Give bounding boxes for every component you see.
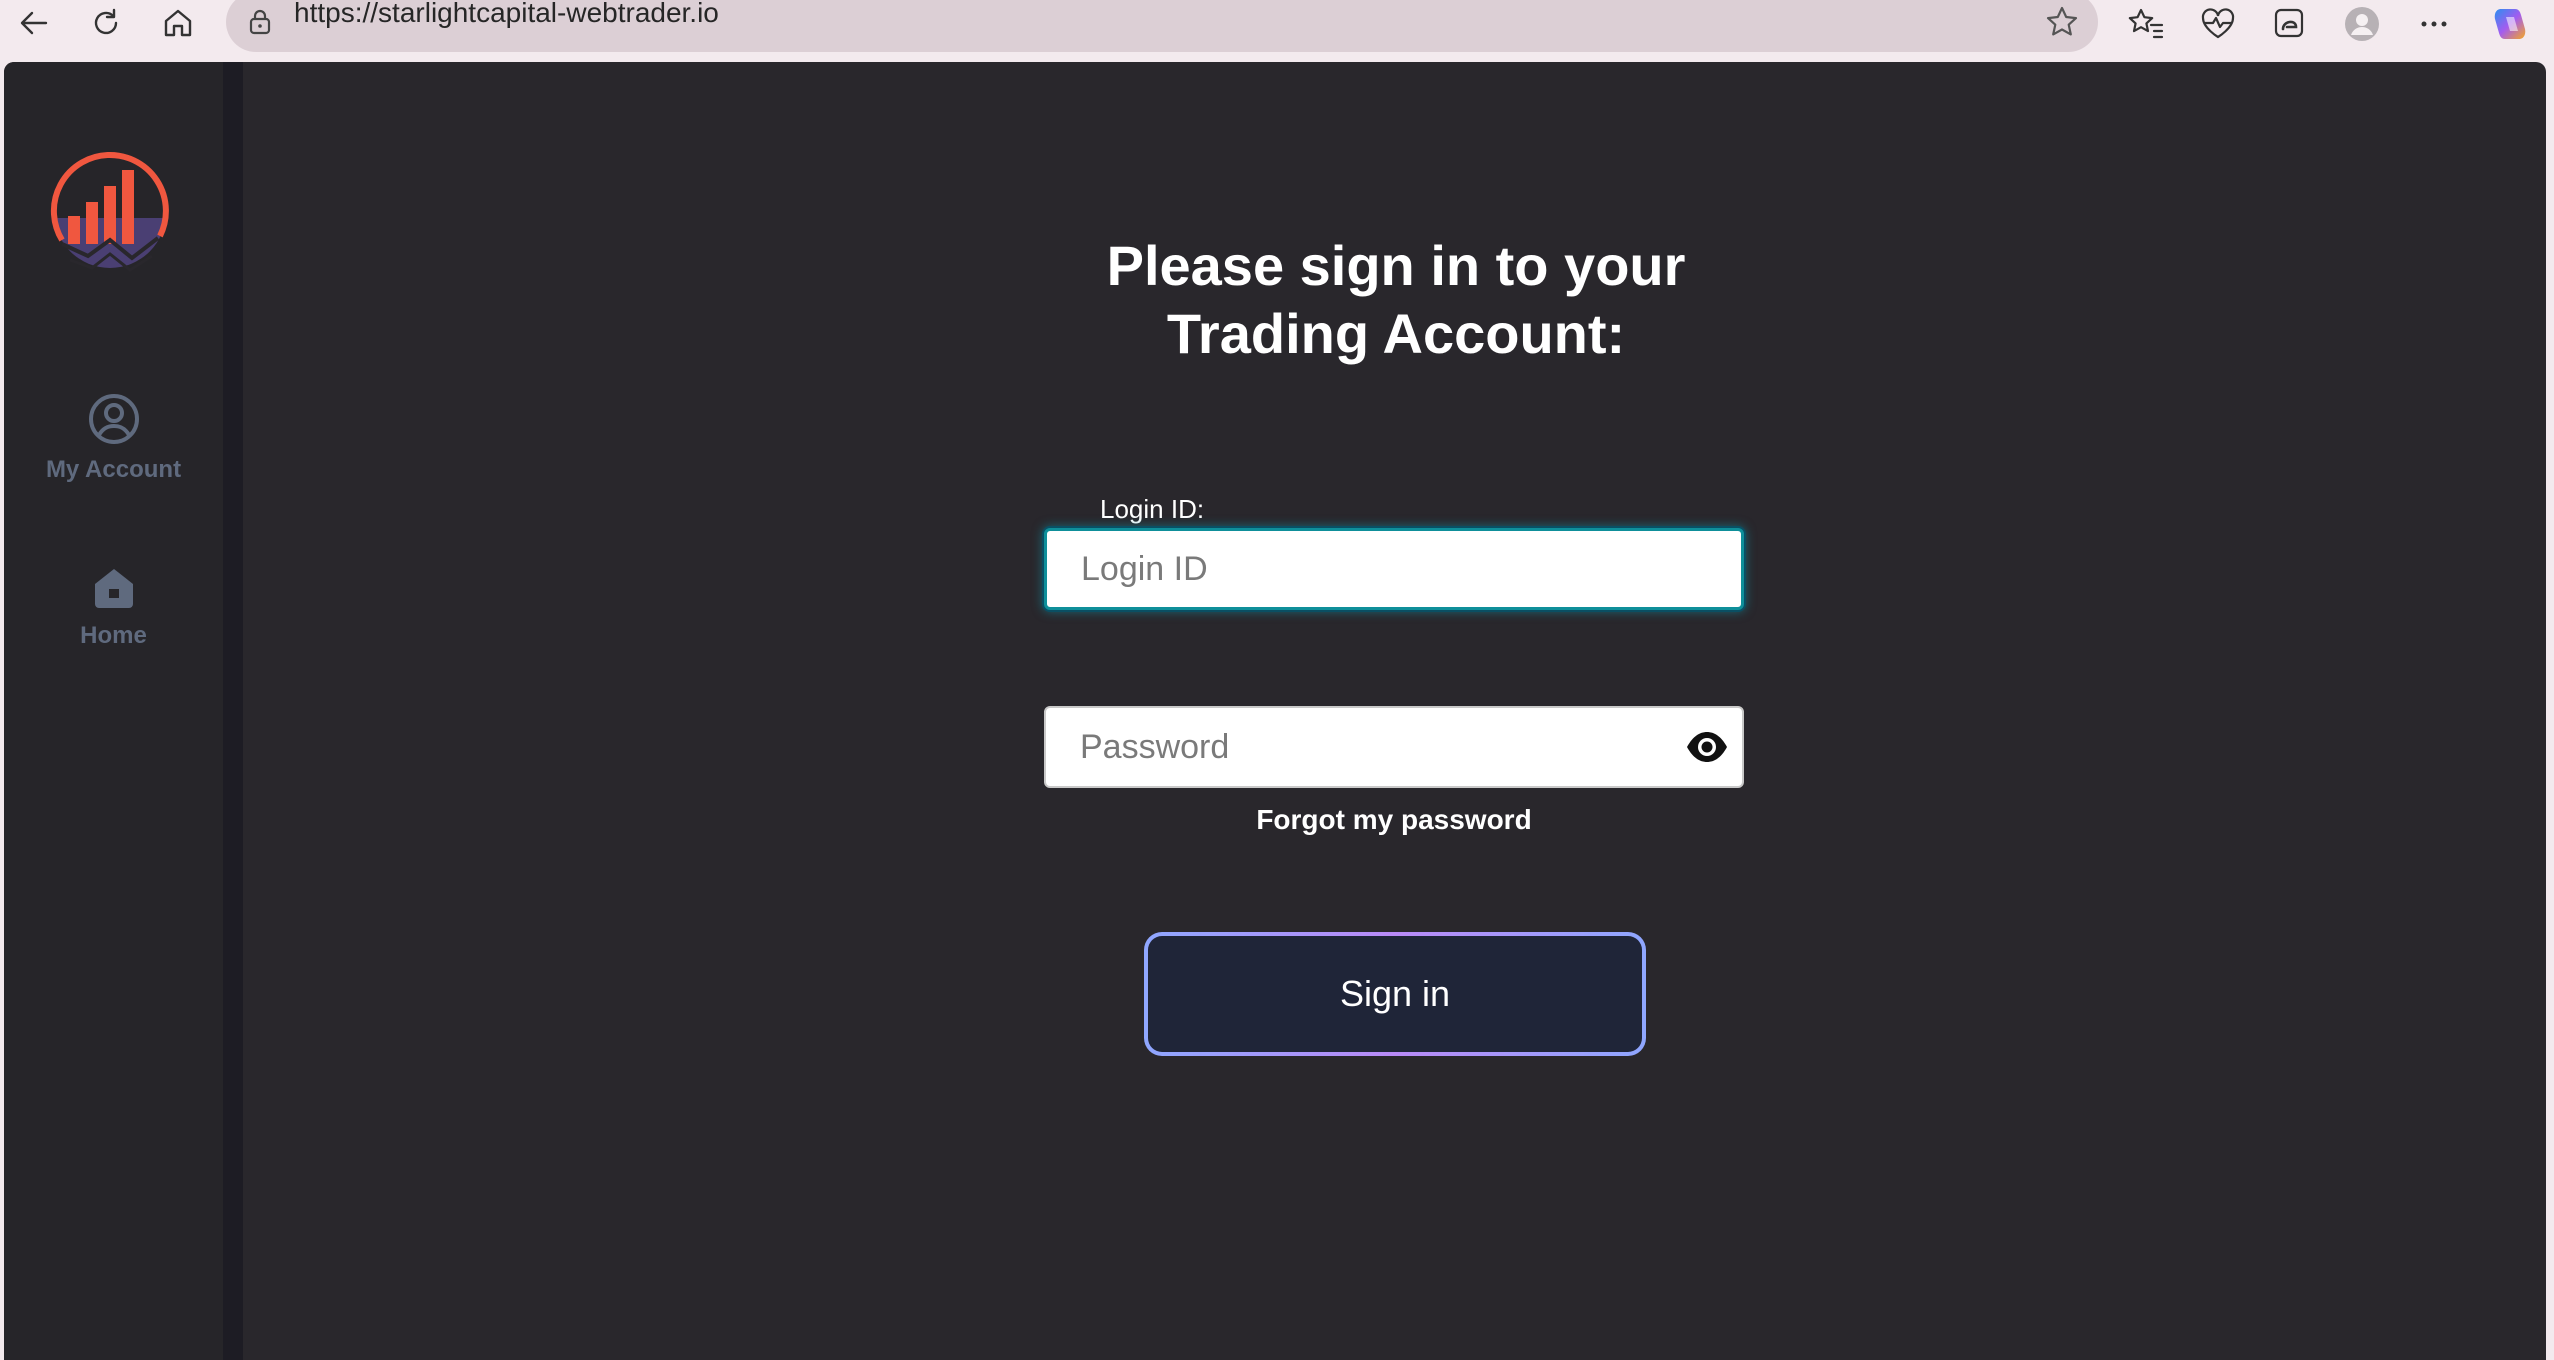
lock-icon[interactable] [244,6,276,38]
browser-toolbar: https://starlightcapital-webtrader.io [0,0,2554,62]
password-input[interactable] [1044,706,1744,788]
home-icon[interactable] [148,0,208,46]
profile-icon[interactable] [2340,2,2384,46]
title-line-2: Trading Account: [1166,302,1626,365]
sidebar-item-label: My Account [45,456,182,483]
more-icon[interactable] [2412,2,2456,46]
sign-in-button[interactable]: Sign in [1144,932,1646,1056]
forgot-password-link[interactable]: Forgot my password [1044,804,1744,836]
house-icon [94,569,133,608]
brand-logo-icon [50,152,169,272]
back-icon[interactable] [4,0,64,46]
collections-icon[interactable] [2268,2,2312,46]
sign-in-label: Sign in [1148,936,1642,1052]
user-circle-icon [88,394,139,444]
title-line-1: Please sign in to your [1106,234,1686,297]
sidebar-item-home[interactable]: Home [4,562,223,650]
page-title: Please sign in to your Trading Account: [876,232,1916,368]
health-icon[interactable] [2196,2,2240,46]
address-bar[interactable]: https://starlightcapital-webtrader.io [226,0,2098,52]
refresh-icon[interactable] [76,0,136,46]
sidebar: My Account Home [4,62,223,1360]
url-text[interactable]: https://starlightcapital-webtrader.io [294,0,719,28]
sidebar-item-my-account[interactable]: My Account [4,392,223,484]
favorites-icon[interactable] [2124,2,2168,46]
show-password-eye-icon[interactable] [1685,727,1729,767]
star-icon[interactable] [2044,4,2080,40]
login-id-label: Login ID: [1100,494,1205,524]
login-id-input[interactable] [1044,528,1744,610]
copilot-icon[interactable] [2488,2,2532,46]
sidebar-divider [223,62,243,1360]
sidebar-item-label: Home [80,622,147,649]
